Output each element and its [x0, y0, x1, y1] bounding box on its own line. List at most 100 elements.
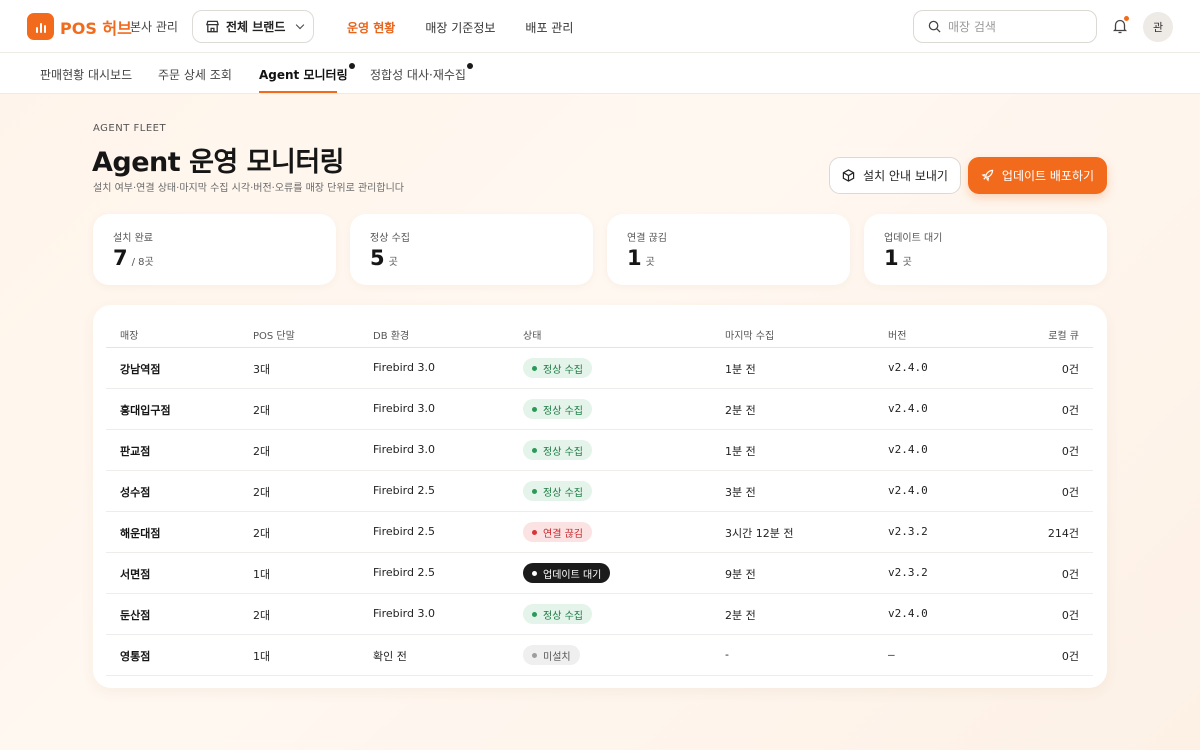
top-nav-store-master[interactable]: 매장 기준정보: [425, 19, 495, 36]
last-collected: 2분 전: [725, 404, 756, 417]
agent-version: v2.4.0: [888, 361, 928, 374]
local-queue: 0건: [1061, 486, 1079, 499]
last-collected: 3분 전: [725, 486, 756, 499]
status-dot: [532, 570, 537, 576]
deploy-update-label: 업데이트 배포하기: [1001, 169, 1095, 183]
table-row[interactable]: 홍대입구점 2대 Firebird 3.0 정상 수집 2분 전 v2.4.0 0건: [106, 389, 1093, 430]
status-label: 정상 수집: [543, 364, 583, 376]
status-badge: 정상 수집: [523, 358, 592, 378]
chevron-down-icon: [296, 20, 305, 30]
column-header[interactable]: POS 단말: [253, 327, 295, 342]
table-row[interactable]: 서면점 1대 Firebird 2.5 업데이트 대기 9분 전 v2.3.2 0건: [106, 553, 1093, 594]
store-name[interactable]: 강남역점: [120, 361, 160, 377]
sub-nav: 판매현황 대시보드 주문 상세 조회 Agent 모니터링 정합성 대사·재수집: [0, 53, 1200, 94]
store-name[interactable]: 영통점: [120, 648, 150, 664]
local-queue: 0건: [1061, 568, 1079, 581]
local-queue: 0건: [1061, 445, 1079, 458]
stat-label: 업데이트 대기: [884, 233, 943, 244]
local-queue: 0건: [1061, 363, 1079, 376]
store-name[interactable]: 성수점: [120, 484, 150, 500]
last-collected: 1분 전: [725, 363, 756, 376]
db-env: Firebird 3.0: [373, 361, 435, 374]
top-nav-deployment[interactable]: 배포 관리: [525, 19, 573, 36]
stat-unit: / 8곳: [131, 257, 154, 268]
store-name[interactable]: 둔산점: [120, 607, 150, 623]
store-name[interactable]: 해운대점: [120, 525, 160, 541]
stat-value: 1: [884, 246, 899, 270]
tab-reconciliation[interactable]: 정합성 대사·재수집: [370, 63, 473, 83]
active-tab-indicator: [259, 91, 337, 93]
last-collected: 3시간 12분 전: [725, 527, 794, 540]
table-row[interactable]: 둔산점 2대 Firebird 3.0 정상 수집 2분 전 v2.4.0 0건: [106, 594, 1093, 635]
tab-order-detail[interactable]: 주문 상세 조회: [158, 66, 232, 83]
column-header[interactable]: 매장: [120, 327, 138, 342]
search-input[interactable]: 매장 검색: [913, 10, 1097, 43]
status-label: 정상 수집: [543, 405, 583, 417]
pos-count: 3대: [253, 363, 271, 376]
table-row[interactable]: 판교점 2대 Firebird 3.0 정상 수집 1분 전 v2.4.0 0건: [106, 430, 1093, 471]
last-collected: -: [725, 648, 729, 661]
status-dot: [532, 406, 537, 412]
table-row[interactable]: 성수점 2대 Firebird 2.5 정상 수집 3분 전 v2.4.0 0건: [106, 471, 1093, 512]
table-row[interactable]: 영통점 1대 확인 전 미설치 - – 0건: [106, 635, 1093, 676]
pos-count: 2대: [253, 609, 271, 622]
tab-label: 판매현황 대시보드: [40, 68, 133, 82]
db-env: Firebird 2.5: [373, 525, 435, 538]
status-badge: 정상 수집: [523, 481, 592, 501]
bar-chart-icon[interactable]: [27, 13, 54, 40]
column-header[interactable]: DB 환경: [373, 327, 409, 342]
agent-version: v2.4.0: [888, 402, 928, 415]
db-env: Firebird 2.5: [373, 484, 435, 497]
column-header[interactable]: 상태: [523, 327, 541, 342]
stat-label: 설치 완료: [113, 233, 153, 244]
table-row[interactable]: 강남역점 3대 Firebird 3.0 정상 수집 1분 전 v2.4.0 0건: [106, 348, 1093, 389]
page-description: 설치 여부·연결 상태·마지막 수집 시각·버전·오류를 매장 단위로 관리합니…: [93, 183, 404, 194]
store-name[interactable]: 홍대입구점: [120, 402, 171, 418]
stat-value: 1: [627, 246, 642, 270]
pos-count: 2대: [253, 486, 271, 499]
column-header[interactable]: 버전: [888, 327, 906, 342]
stat-value: 7: [113, 246, 128, 270]
stat-unit: 곳: [902, 257, 912, 268]
agent-version: v2.4.0: [888, 484, 928, 497]
status-dot: [532, 611, 537, 617]
local-queue: 0건: [1061, 650, 1079, 663]
status-label: 연결 끊김: [543, 528, 583, 540]
column-header[interactable]: 로컬 큐: [1048, 327, 1079, 342]
top-nav-operations[interactable]: 운영 현황: [347, 19, 395, 36]
db-env: Firebird 3.0: [373, 607, 435, 620]
last-collected: 9분 전: [725, 568, 756, 581]
tab-badge-dot: [466, 63, 473, 69]
store-name[interactable]: 서면점: [120, 566, 150, 582]
deploy-update-button[interactable]: 업데이트 배포하기: [968, 157, 1107, 194]
stat-unit: 곳: [388, 257, 398, 268]
tab-sales-dashboard[interactable]: 판매현황 대시보드: [40, 66, 132, 83]
pos-count: 2대: [253, 445, 271, 458]
column-header[interactable]: 마지막 수집: [725, 327, 774, 342]
db-env: Firebird 2.5: [373, 566, 435, 579]
agent-table: 매장 POS 단말 DB 환경 상태 마지막 수집 버전 로컬 큐 강남역점 3대…: [93, 305, 1107, 688]
page-eyebrow: AGENT FLEET: [93, 123, 167, 134]
app-name[interactable]: POS 허브: [60, 15, 132, 39]
status-label: 정상 수집: [543, 446, 583, 458]
top-nav: 운영 현황 매장 기준정보 배포 관리: [347, 19, 573, 36]
store-name[interactable]: 판교점: [120, 443, 150, 459]
brand-select[interactable]: 전체 브랜드: [192, 10, 314, 43]
stat-card-normal: 정상 수집 5곳: [350, 214, 593, 285]
avatar[interactable]: 관: [1143, 12, 1173, 42]
status-badge: 정상 수집: [523, 604, 592, 624]
status-badge: 연결 끊김: [523, 522, 592, 542]
tab-agent-monitoring[interactable]: Agent 모니터링: [259, 63, 355, 83]
last-collected: 1분 전: [725, 445, 756, 458]
pos-count: 1대: [253, 568, 271, 581]
send-install-guide-button[interactable]: 설치 안내 보내기: [829, 157, 961, 194]
stat-card-disconnected: 연결 끊김 1곳: [607, 214, 850, 285]
local-queue: 214건: [1047, 527, 1079, 540]
brand-select-label: 전체 브랜드: [226, 20, 286, 34]
db-env: Firebird 3.0: [373, 402, 435, 415]
table-row[interactable]: 해운대점 2대 Firebird 2.5 연결 끊김 3시간 12분 전 v2.3.2 21…: [106, 512, 1093, 553]
status-dot: [532, 365, 537, 371]
pos-count: 2대: [253, 404, 271, 417]
status-label: 정상 수집: [543, 610, 583, 622]
stat-card-installed: 설치 완료 7/ 8곳: [93, 214, 336, 285]
